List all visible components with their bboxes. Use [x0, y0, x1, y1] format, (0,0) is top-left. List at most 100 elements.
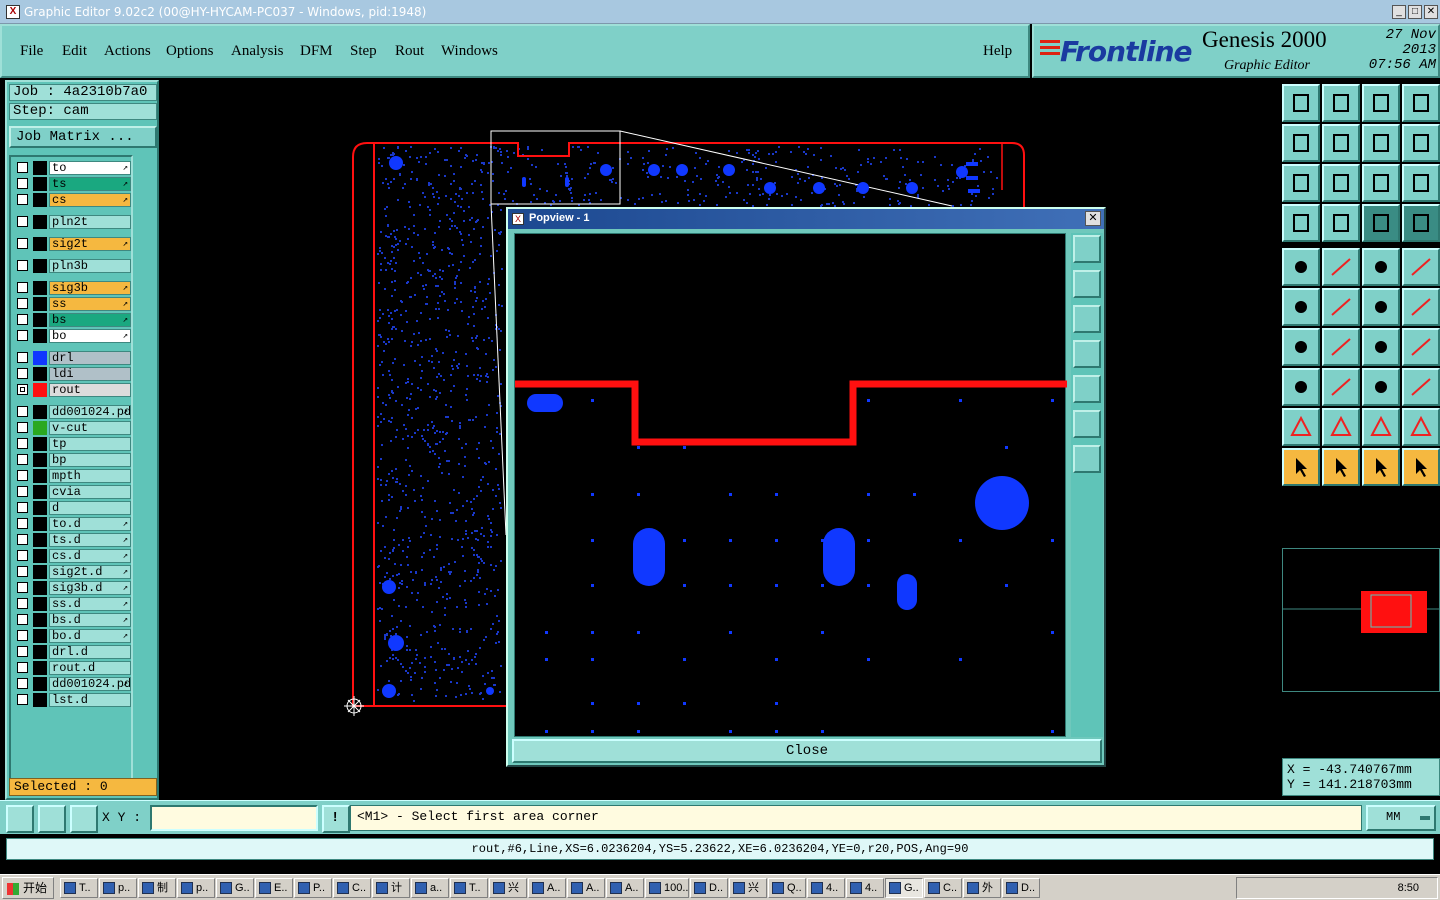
rotate-icon[interactable] [1362, 328, 1400, 366]
taskbar-item[interactable]: C.. [924, 878, 962, 898]
layer-color-swatch[interactable] [33, 177, 47, 191]
layer-name[interactable]: bp [49, 453, 131, 467]
scale-1-2-icon[interactable] [1362, 164, 1400, 202]
layer-row[interactable]: bo.d ↗ [13, 629, 131, 643]
layer-name[interactable]: ss ↗ [49, 297, 131, 311]
move-point-icon[interactable] [1402, 288, 1440, 326]
layer-name[interactable]: to.d ↗ [49, 517, 131, 531]
xy-input[interactable] [150, 805, 318, 831]
popview-pan-down-icon[interactable] [1073, 305, 1101, 333]
triangle-c-icon[interactable] [1362, 408, 1400, 446]
menu-options[interactable]: Options [166, 43, 214, 60]
layer-row[interactable]: bs.d ↗ [13, 613, 131, 627]
layer-row[interactable]: sig3b.d ↗ [13, 581, 131, 595]
taskbar-item[interactable]: Q.. [768, 878, 806, 898]
layer-name[interactable]: ldi [49, 367, 131, 381]
layer-checkbox[interactable] [17, 438, 28, 449]
layer-name[interactable]: sig3b ↗ [49, 281, 131, 295]
layer-row[interactable]: ldi [13, 367, 131, 381]
taskbar-item[interactable]: 制 [138, 878, 176, 898]
layer-color-swatch[interactable] [33, 533, 47, 547]
grid-icon[interactable] [70, 805, 98, 833]
layer-checkbox[interactable] [17, 662, 28, 673]
line-add-icon[interactable] [1322, 248, 1360, 286]
zoom-fit-icon[interactable] [1282, 164, 1320, 202]
popview-zoom-in-icon[interactable] [1073, 410, 1101, 438]
layer-checkbox[interactable] [17, 566, 28, 577]
layer-row[interactable]: dd001024.pdf ↗ [13, 405, 131, 419]
exclaim-icon[interactable]: ! [322, 805, 350, 833]
undo-view-icon[interactable] [1362, 124, 1400, 162]
triangle-b-icon[interactable] [1322, 408, 1360, 446]
layer-checkbox[interactable] [17, 646, 28, 657]
close-window-button[interactable]: ✕ [1424, 5, 1438, 19]
layer-color-swatch[interactable] [33, 329, 47, 343]
fit-window-icon[interactable] [1402, 84, 1440, 122]
layer-name[interactable]: drl.d [49, 645, 131, 659]
popview-pan-up-icon[interactable] [1073, 270, 1101, 298]
connect-icon[interactable] [1282, 288, 1320, 326]
taskbar-item[interactable]: 4.. [807, 878, 845, 898]
layer-row[interactable]: bo ↗ [13, 329, 131, 343]
layer-color-swatch[interactable] [33, 161, 47, 175]
move-node-icon[interactable] [1362, 288, 1400, 326]
layer-row[interactable]: tp [13, 437, 131, 451]
layer-color-swatch[interactable] [33, 383, 47, 397]
layer-row[interactable]: ts.d ↗ [13, 533, 131, 547]
sliders-icon[interactable] [1282, 204, 1320, 242]
taskbar-item[interactable]: C.. [333, 878, 371, 898]
line-draw-icon[interactable] [1322, 328, 1360, 366]
popview-pan-right-icon[interactable] [1073, 375, 1101, 403]
menu-actions[interactable]: Actions [104, 43, 151, 60]
layer-checkbox[interactable] [17, 238, 28, 249]
taskbar-item[interactable]: T.. [60, 878, 98, 898]
layer-name[interactable]: pln3b [49, 259, 131, 273]
popview-zoom-home-icon[interactable] [1073, 235, 1101, 263]
pointer-select-icon[interactable] [1282, 448, 1320, 486]
layer-row[interactable]: v-cut [13, 421, 131, 435]
popview-canvas[interactable] [514, 233, 1067, 737]
redraw-icon[interactable] [1402, 124, 1440, 162]
layer-name[interactable]: bo ↗ [49, 329, 131, 343]
taskbar-item[interactable]: A.. [528, 878, 566, 898]
taskbar-item[interactable]: p.. [99, 878, 137, 898]
layer-color-swatch[interactable] [33, 281, 47, 295]
layer-checkbox[interactable] [17, 162, 28, 173]
layer-name[interactable]: sig3b.d ↗ [49, 581, 131, 595]
taskbar-item[interactable]: P.. [294, 878, 332, 898]
layer-name[interactable]: tp [49, 437, 131, 451]
layer-color-swatch[interactable] [33, 629, 47, 643]
layer-checkbox[interactable] [17, 486, 28, 497]
layer-color-swatch[interactable] [33, 237, 47, 251]
menu-step[interactable]: Step [350, 43, 377, 60]
zoom-center-icon[interactable] [1322, 164, 1360, 202]
layer-color-swatch[interactable] [33, 313, 47, 327]
layer-row[interactable]: rout.d [13, 661, 131, 675]
mirror-icon[interactable] [1402, 328, 1440, 366]
layer-row[interactable]: ts ↗ [13, 177, 131, 191]
taskbar-item[interactable]: E.. [255, 878, 293, 898]
taskbar-item[interactable]: G.. [216, 878, 254, 898]
home-view-icon[interactable] [1362, 84, 1400, 122]
taskbar-item[interactable]: a.. [411, 878, 449, 898]
layer-checkbox[interactable] [17, 678, 28, 689]
layer-color-swatch[interactable] [33, 661, 47, 675]
triangle-d-icon[interactable] [1402, 408, 1440, 446]
job-matrix-button[interactable]: Job Matrix ... [9, 126, 157, 148]
layer-row[interactable]: bs ↗ [13, 313, 131, 327]
layer-row[interactable]: d [13, 501, 131, 515]
layer-name[interactable]: bo.d ↗ [49, 629, 131, 643]
layer-checkbox[interactable] [17, 194, 28, 205]
layer-checkbox[interactable] [17, 178, 28, 189]
grid-view-icon[interactable] [1322, 204, 1360, 242]
layer-color-swatch[interactable] [33, 351, 47, 365]
taskbar-item[interactable]: 100... [645, 878, 689, 898]
layer-color-swatch[interactable] [33, 259, 47, 273]
layer-color-swatch[interactable] [33, 693, 47, 707]
layer-name[interactable]: cvia [49, 485, 131, 499]
layer-name[interactable]: lst.d [49, 693, 131, 707]
layer-color-swatch[interactable] [33, 405, 47, 419]
layer-row[interactable]: sig3b ↗ [13, 281, 131, 295]
layer-row[interactable]: sig2t ↗ [13, 237, 131, 251]
layer-color-swatch[interactable] [33, 297, 47, 311]
